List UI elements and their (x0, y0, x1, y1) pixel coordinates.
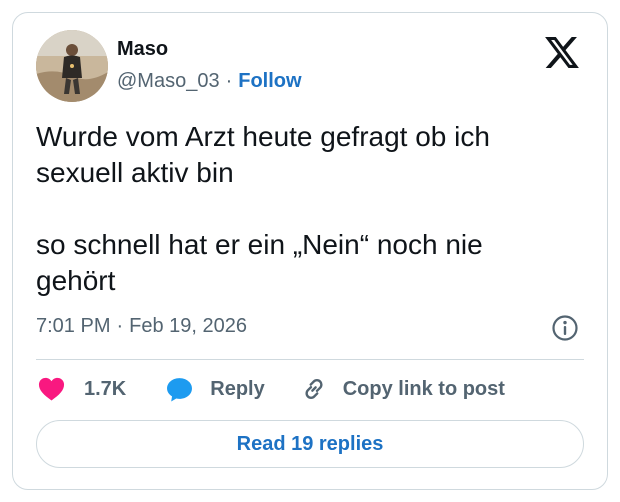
author-handle-row: @Maso_03 · Follow (117, 70, 302, 93)
copy-link-button[interactable]: Copy link to post (301, 376, 505, 402)
tweet-embed-card: Maso @Maso_03 · Follow Wurde vom Arzt he… (12, 12, 608, 490)
reply-button[interactable]: Reply (166, 377, 265, 402)
like-button[interactable]: 1.7K (38, 377, 126, 401)
handle-separator: · (225, 70, 233, 92)
tweet-text: Wurde vom Arzt heute gefragt ob ich sexu… (36, 121, 490, 296)
read-replies-button[interactable]: Read 19 replies (36, 420, 584, 468)
timestamp-separator: · (116, 315, 124, 337)
tweet-timestamp[interactable]: 7:01 PM · Feb 19, 2026 (36, 315, 247, 338)
author-handle[interactable]: @Maso_03 (117, 70, 220, 93)
avatar-photo (36, 30, 108, 102)
info-icon[interactable] (551, 314, 579, 342)
speech-bubble-icon (166, 377, 193, 402)
author-display-name[interactable]: Maso (117, 38, 168, 61)
action-bar: 1.7K Reply Copy link to post (38, 371, 505, 407)
follow-button[interactable]: Follow (238, 70, 301, 93)
heart-icon (38, 377, 65, 401)
tweet-time: 7:01 PM (36, 315, 111, 337)
x-logo-icon[interactable] (545, 37, 579, 68)
copy-link-label: Copy link to post (342, 377, 505, 400)
avatar[interactable] (36, 30, 108, 102)
tweet-date: Feb 19, 2026 (129, 315, 248, 337)
link-icon (301, 376, 327, 402)
divider (36, 359, 584, 360)
like-count: 1.7K (84, 377, 127, 400)
reply-label: Reply (210, 377, 265, 400)
